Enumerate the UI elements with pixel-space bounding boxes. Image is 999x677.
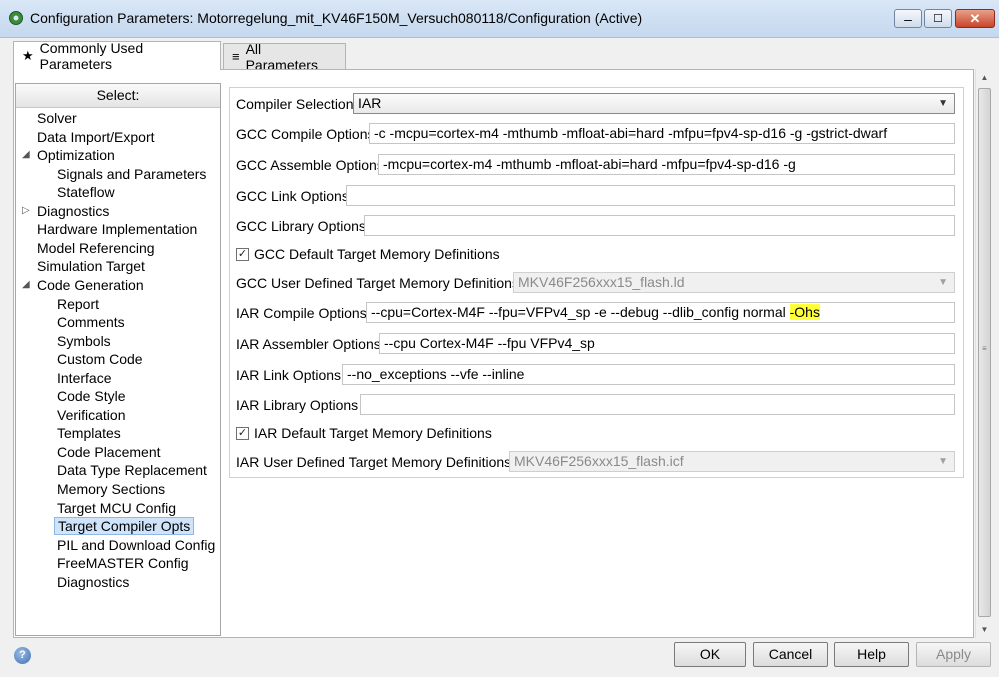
gcc-compile-options-label: GCC Compile Options: [236, 126, 375, 142]
tree-item[interactable]: Memory Sections: [54, 480, 168, 498]
iar-user-memory-value: MKV46F256xxx15_flash.icf: [514, 453, 684, 469]
gcc-default-memory-checkbox[interactable]: ✓: [236, 248, 249, 261]
iar-compile-options-value: --cpu=Cortex-M4F --fpu=VFPv4_sp -e --deb…: [371, 304, 790, 320]
tree-item[interactable]: Code Style: [54, 387, 128, 405]
compiler-selection-dropdown[interactable]: IAR ▼: [353, 93, 955, 114]
iar-user-memory-dropdown: MKV46F256xxx15_flash.icf ▼: [509, 451, 955, 472]
minimize-button[interactable]: ‒: [894, 9, 922, 28]
help-button[interactable]: Help: [834, 642, 909, 667]
iar-library-options-field[interactable]: [360, 394, 955, 415]
window-title: Configuration Parameters: Motorregelung_…: [30, 10, 643, 26]
tree-item[interactable]: Target Compiler Opts: [54, 517, 195, 536]
tree-item[interactable]: Diagnostics: [54, 573, 132, 591]
tree-item[interactable]: Diagnostics: [34, 202, 112, 220]
tree-item[interactable]: Signals and Parameters: [54, 165, 209, 183]
tree-item[interactable]: Report: [54, 295, 102, 313]
iar-library-options-label: IAR Library Options: [236, 397, 359, 413]
tree-item[interactable]: Verification: [54, 406, 128, 424]
tree-item[interactable]: Code Generation: [34, 276, 147, 294]
tab-commonly-used-parameters[interactable]: ★ Commonly Used Parameters: [13, 40, 221, 72]
vertical-scrollbar[interactable]: ▲ ≡ ▼: [975, 69, 992, 638]
maximize-icon: ☐: [933, 13, 943, 25]
tree-item[interactable]: Interface: [54, 369, 114, 387]
gcc-library-options-label: GCC Library Options: [236, 218, 366, 234]
tree-item[interactable]: Data Import/Export: [34, 128, 158, 146]
maximize-button[interactable]: ☐: [924, 9, 952, 28]
help-icon[interactable]: ?: [14, 647, 31, 664]
scroll-thumb[interactable]: ≡: [978, 88, 991, 617]
scroll-down-icon[interactable]: ▼: [976, 621, 993, 638]
cancel-button[interactable]: Cancel: [753, 642, 828, 667]
tree-item[interactable]: Custom Code: [54, 350, 146, 368]
tab-all-parameters[interactable]: ≡ All Parameters: [223, 41, 346, 73]
gcc-library-options-field[interactable]: [364, 215, 955, 236]
iar-assembler-options-label: IAR Assembler Options: [236, 336, 381, 352]
collapse-arrow-icon[interactable]: ◢: [22, 149, 30, 160]
gcc-assemble-options-label: GCC Assemble Options: [236, 157, 384, 173]
iar-default-memory-checkbox[interactable]: ✓: [236, 427, 249, 440]
tree-item[interactable]: PIL and Download Config: [54, 536, 218, 554]
title-bar[interactable]: Configuration Parameters: Motorregelung_…: [0, 0, 999, 38]
gcc-user-memory-label: GCC User Defined Target Memory Definitio…: [236, 275, 519, 291]
gcc-link-options-label: GCC Link Options: [236, 188, 349, 204]
app-icon: [9, 11, 23, 25]
tree-item[interactable]: FreeMASTER Config: [54, 554, 191, 572]
iar-assembler-options-field[interactable]: --cpu Cortex-M4F --fpu VFPv4_sp: [379, 333, 955, 354]
tree-item[interactable]: Data Type Replacement: [54, 461, 210, 479]
tree-item[interactable]: Stateflow: [54, 183, 118, 201]
tab-label: All Parameters: [245, 40, 318, 73]
expand-arrow-icon[interactable]: ▷: [22, 205, 30, 216]
highlighted-option: -Ohs: [789, 304, 820, 320]
list-icon: ≡: [232, 49, 240, 64]
tree-item[interactable]: Templates: [54, 424, 124, 442]
tree-item[interactable]: Simulation Target: [34, 257, 148, 275]
gcc-compile-options-field[interactable]: -c -mcpu=cortex-m4 -mthumb -mfloat-abi=h…: [369, 123, 955, 144]
iar-link-options-label: IAR Link Options: [236, 367, 342, 383]
chevron-down-icon: ▼: [938, 456, 948, 467]
iar-compile-options-label: IAR Compile Options: [236, 305, 367, 321]
gcc-default-memory-label: GCC Default Target Memory Definitions: [254, 246, 500, 262]
chevron-down-icon: ▼: [938, 277, 948, 288]
tree-item[interactable]: Hardware Implementation: [34, 220, 200, 238]
compiler-selection-value: IAR: [358, 95, 382, 111]
apply-button: Apply: [916, 642, 991, 667]
minimize-icon: ‒: [904, 10, 912, 27]
ok-button[interactable]: OK: [674, 642, 746, 667]
gcc-user-memory-value: MKV46F256xxx15_flash.ld: [518, 274, 685, 290]
iar-link-options-field[interactable]: --no_exceptions --vfe --inline: [342, 364, 955, 385]
scroll-up-icon[interactable]: ▲: [976, 69, 993, 86]
iar-user-memory-label: IAR User Defined Target Memory Definitio…: [236, 454, 512, 470]
tree-item[interactable]: Symbols: [54, 332, 114, 350]
gcc-link-options-field[interactable]: [346, 185, 955, 206]
star-icon: ★: [22, 48, 34, 63]
tree-item[interactable]: Optimization: [34, 146, 118, 164]
iar-default-memory-label: IAR Default Target Memory Definitions: [254, 425, 492, 441]
close-button[interactable]: ✕: [955, 9, 995, 28]
scroll-grip-icon: ≡: [982, 344, 987, 353]
tree-item[interactable]: Target MCU Config: [54, 499, 179, 517]
chevron-down-icon: ▼: [938, 98, 948, 109]
close-icon: ✕: [969, 10, 981, 26]
tree-header: Select:: [16, 84, 220, 108]
iar-compile-options-field[interactable]: --cpu=Cortex-M4F --fpu=VFPv4_sp -e --deb…: [366, 302, 955, 323]
compiler-selection-label: Compiler Selection: [236, 96, 354, 112]
tab-label: Commonly Used Parameters: [39, 40, 144, 72]
tree-item[interactable]: Comments: [54, 313, 128, 331]
tree-item[interactable]: Model Referencing: [34, 239, 158, 257]
tree-item[interactable]: Solver: [34, 109, 80, 127]
gcc-assemble-options-field[interactable]: -mcpu=cortex-m4 -mthumb -mfloat-abi=hard…: [378, 154, 955, 175]
tree-item[interactable]: Code Placement: [54, 443, 164, 461]
collapse-arrow-icon[interactable]: ◢: [22, 279, 30, 290]
gcc-user-memory-dropdown: MKV46F256xxx15_flash.ld ▼: [513, 272, 955, 293]
